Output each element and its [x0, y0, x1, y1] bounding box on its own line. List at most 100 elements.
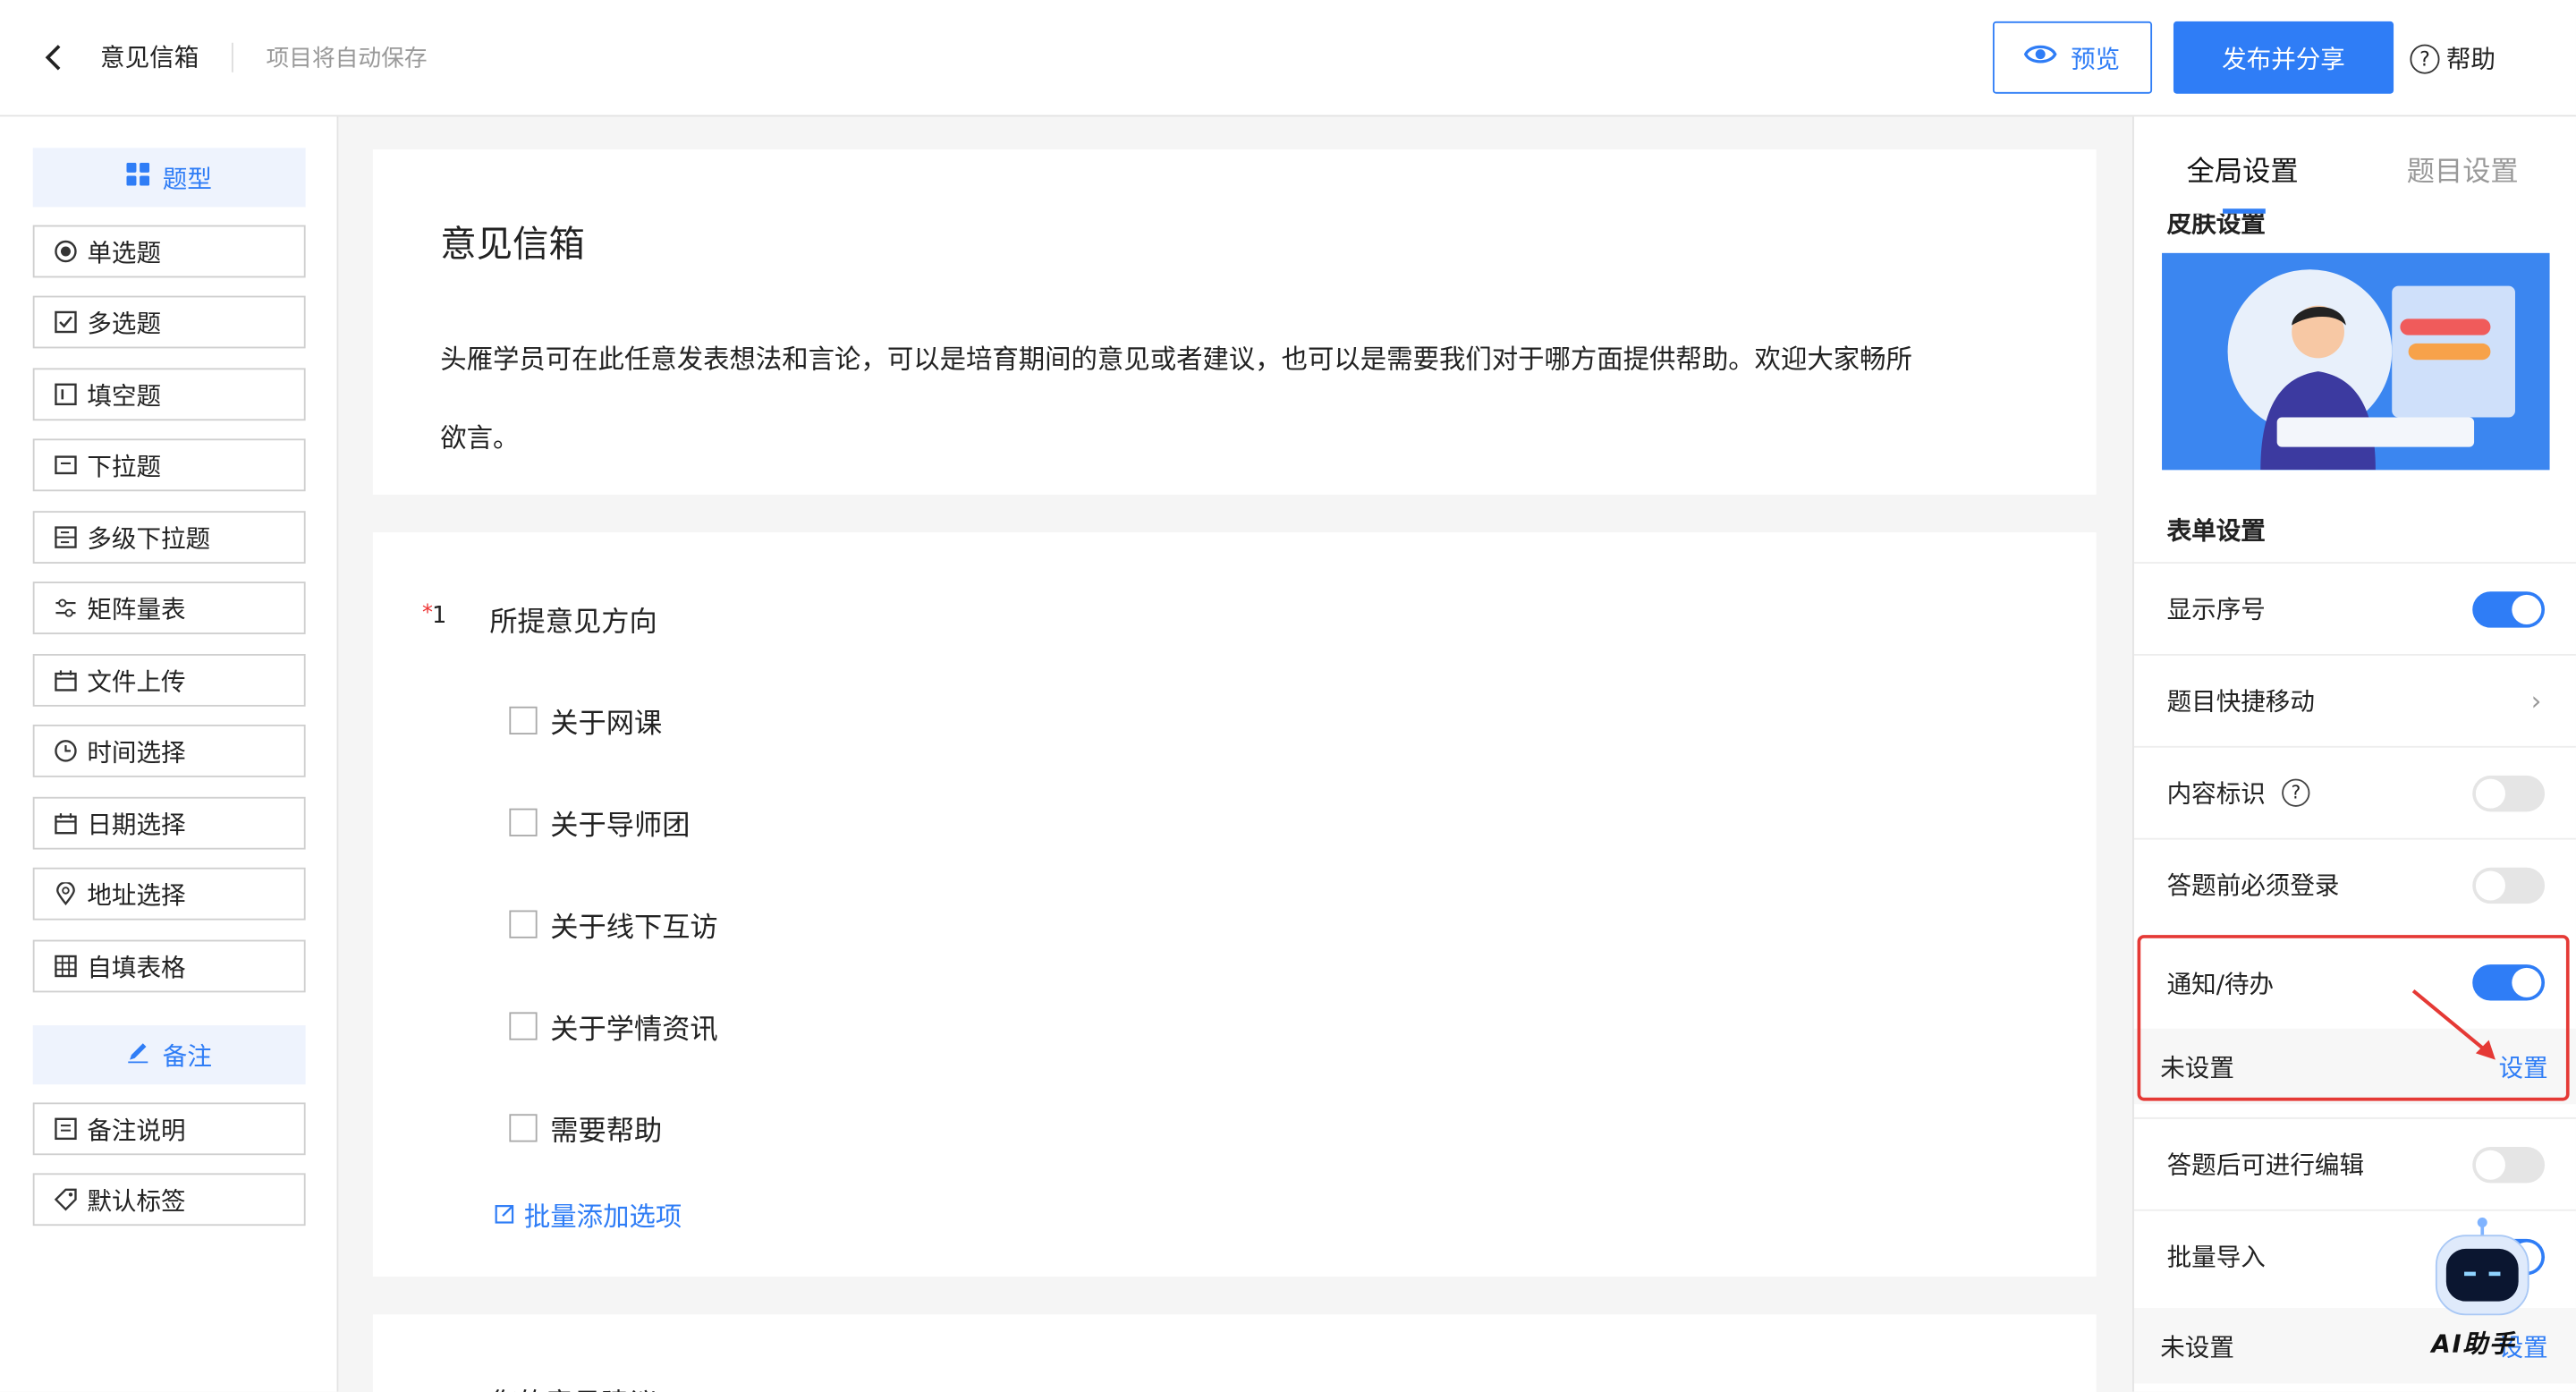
type-item-dropdown[interactable]: 下拉题	[32, 438, 306, 492]
option-label: 需要帮助	[550, 1116, 663, 1149]
calendar-icon	[55, 811, 78, 835]
form-header-card[interactable]: 意见信箱 头雁学员可在此任意发表想法和言论，可以是培育期间的意见或者建议，也可以…	[372, 149, 2097, 495]
type-item-single-choice[interactable]: 单选题	[32, 225, 306, 278]
toggle-knob	[2475, 1149, 2505, 1179]
dropdown-icon	[55, 454, 78, 477]
question-card-2[interactable]: 您的意见建议	[372, 1314, 2097, 1392]
setting-quick-move[interactable]: 题目快捷移动 ›	[2133, 654, 2576, 746]
help-label: 帮助	[2445, 44, 2496, 74]
type-item-multi-dropdown[interactable]: 多级下拉题	[32, 511, 306, 564]
type-label: 文件上传	[87, 666, 186, 696]
option-checkbox[interactable]	[509, 910, 538, 938]
text-field-icon	[55, 383, 78, 406]
page-title: 意见信箱	[100, 42, 199, 72]
batch-add-label: 批量添加选项	[523, 1201, 682, 1233]
notes-section-header: 备注	[32, 1025, 306, 1085]
settings-panel: 全局设置 题目设置 皮肤设置 表单设置 显示序号 题目快捷移动 › 内容标识 ?…	[2132, 116, 2576, 1392]
type-label: 日期选择	[87, 809, 186, 839]
table-icon	[55, 955, 78, 978]
toggle-knob	[2475, 870, 2505, 900]
preview-button[interactable]: 预览	[1992, 21, 2153, 94]
type-item-self-fill-table[interactable]: 自填表格	[32, 939, 306, 993]
option-item[interactable]: 关于线下互访	[509, 904, 718, 946]
option-label: 关于线下互访	[550, 912, 718, 946]
ai-assistant-label[interactable]: AI助手	[2431, 1326, 2515, 1361]
option-label: 关于学情资讯	[550, 1014, 718, 1047]
grid-icon	[126, 162, 150, 192]
note-item-default-tag[interactable]: 默认标签	[32, 1173, 306, 1226]
type-label: 矩阵量表	[87, 593, 186, 624]
edit-icon	[495, 1199, 516, 1230]
note-icon	[55, 1117, 78, 1141]
setting-label: 显示序号	[2166, 594, 2266, 624]
setting-label: 答题后可进行编辑	[2166, 1150, 2365, 1180]
location-icon	[55, 882, 78, 906]
option-label: 关于导师团	[550, 810, 691, 844]
question-card-1[interactable]: * 1 所提意见方向 关于网课 关于导师团 关于线下互访 关于学情资讯 需要帮助…	[372, 532, 2097, 1277]
option-item[interactable]: 关于网课	[509, 700, 662, 741]
type-item-address-select[interactable]: 地址选择	[32, 867, 306, 921]
help-button[interactable]: ? 帮助	[2410, 41, 2496, 76]
red-arrow-annotation	[2411, 989, 2496, 1060]
tab-question-settings[interactable]: 题目设置	[2407, 148, 2519, 189]
type-item-matrix-scale[interactable]: 矩阵量表	[32, 581, 306, 634]
type-label: 时间选择	[87, 736, 186, 767]
question-title[interactable]: 所提意见方向	[489, 598, 657, 640]
type-item-fill-blank[interactable]: 填空题	[32, 368, 306, 421]
eye-icon	[2024, 43, 2058, 72]
form-description[interactable]: 头雁学员可在此任意发表想法和言论，可以是培育期间的意见或者建议，也可以是需要我们…	[440, 320, 1919, 478]
upload-icon	[55, 669, 78, 692]
option-checkbox[interactable]	[509, 1012, 538, 1040]
type-label: 多选题	[87, 308, 162, 338]
tab-global-settings[interactable]: 全局设置	[2187, 148, 2299, 189]
toggle-knob	[2512, 593, 2542, 624]
option-checkbox[interactable]	[509, 808, 538, 836]
type-label: 下拉题	[87, 451, 162, 481]
top-header: 意见信箱 项目将自动保存 预览 发布并分享 ? 帮助	[0, 0, 2576, 117]
setting-login-required: 答题前必须登录	[2133, 837, 2576, 930]
radio-icon	[55, 240, 78, 263]
show-number-toggle[interactable]	[2472, 590, 2546, 627]
type-item-file-upload[interactable]: 文件上传	[32, 654, 306, 707]
types-section-header: 题型	[32, 148, 306, 208]
batch-status: 未设置	[2160, 1331, 2234, 1362]
content-mark-toggle[interactable]	[2472, 775, 2546, 811]
option-item[interactable]: 关于导师团	[509, 802, 690, 843]
form-title[interactable]: 意见信箱	[440, 216, 585, 268]
note-label: 默认标签	[87, 1185, 186, 1216]
setting-label: 批量导入	[2166, 1242, 2266, 1272]
type-item-date-select[interactable]: 日期选择	[32, 796, 306, 850]
option-item[interactable]: 需要帮助	[509, 1108, 662, 1149]
setting-label: 答题前必须登录	[2166, 870, 2340, 901]
type-label: 自填表格	[87, 952, 186, 982]
chevron-right-icon: ›	[2530, 684, 2542, 717]
question-mark-icon[interactable]: ?	[2282, 778, 2310, 807]
tag-icon	[54, 1188, 78, 1211]
setting-label: 题目快捷移动	[2166, 686, 2315, 717]
publish-share-button[interactable]: 发布并分享	[2173, 21, 2394, 94]
type-item-multi-choice[interactable]: 多选题	[32, 295, 306, 349]
type-item-time-select[interactable]: 时间选择	[32, 724, 306, 777]
header-divider	[231, 42, 233, 72]
option-checkbox[interactable]	[509, 1114, 538, 1142]
preview-label: 预览	[2071, 43, 2121, 73]
login-required-toggle[interactable]	[2472, 866, 2546, 904]
edit-after-toggle[interactable]	[2472, 1146, 2546, 1183]
note-item-description[interactable]: 备注说明	[32, 1102, 306, 1156]
notes-header-label: 备注	[162, 1040, 212, 1071]
option-checkbox[interactable]	[509, 706, 538, 735]
clock-icon	[55, 740, 78, 763]
skin-preview-image[interactable]	[2162, 252, 2550, 471]
back-arrow-icon[interactable]	[36, 39, 72, 75]
types-header-label: 题型	[162, 163, 212, 193]
option-item[interactable]: 关于学情资讯	[509, 1006, 718, 1047]
question-2-title[interactable]: 您的意见建议	[489, 1380, 657, 1392]
multi-dropdown-icon	[55, 526, 78, 549]
help-icon: ?	[2410, 43, 2440, 73]
active-tab-indicator	[2223, 208, 2266, 214]
form-settings-label: 表单设置	[2166, 515, 2266, 546]
type-label: 填空题	[87, 380, 162, 411]
batch-add-options-link[interactable]: 批量添加选项	[495, 1194, 682, 1234]
setting-edit-after: 答题后可进行编辑	[2133, 1116, 2576, 1210]
question-number: 1	[432, 603, 447, 630]
